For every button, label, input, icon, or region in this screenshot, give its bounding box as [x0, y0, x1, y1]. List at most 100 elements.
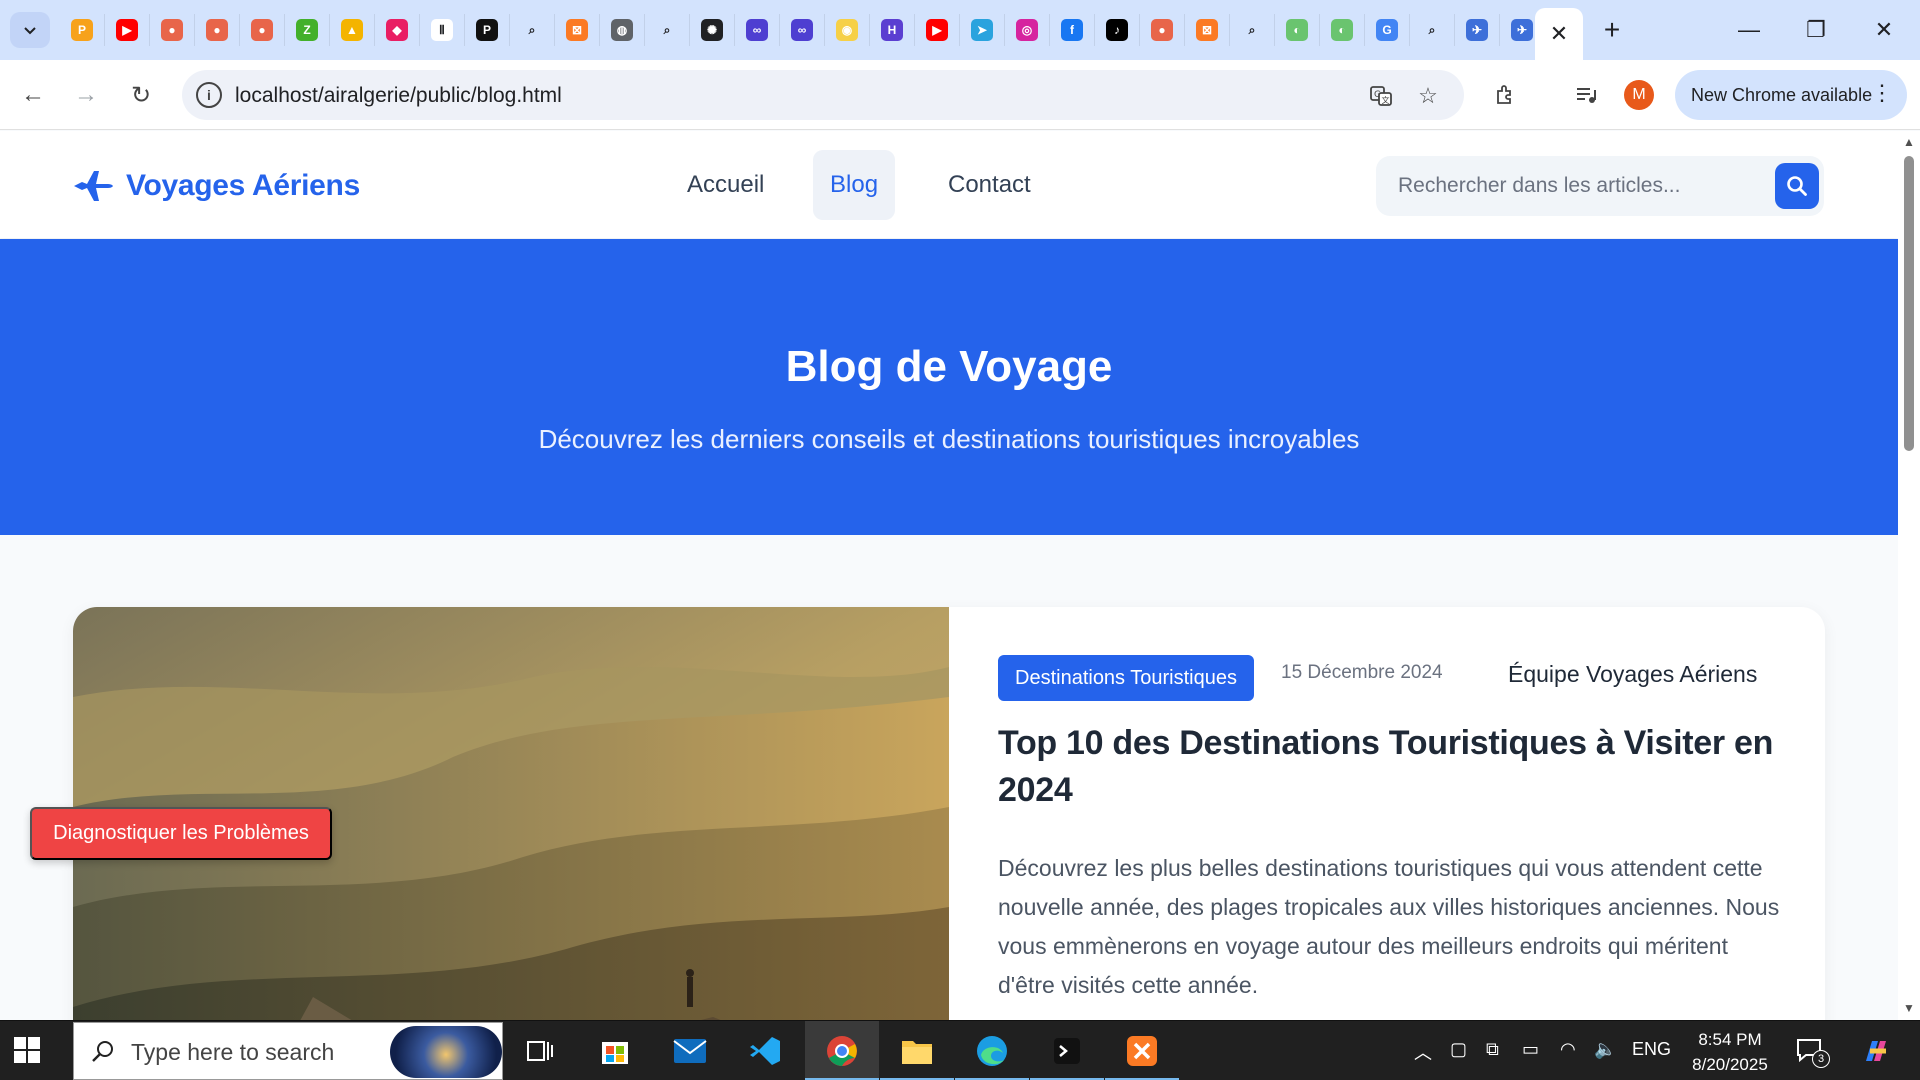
meta-icon: ∞: [746, 19, 768, 41]
chevron-down-icon: [24, 27, 36, 35]
new-chrome-available-button[interactable]: New Chrome available ⋮: [1675, 70, 1907, 120]
pinned-tab[interactable]: G: [1365, 14, 1410, 46]
pinned-tab[interactable]: ●: [240, 14, 285, 46]
edge-app[interactable]: [955, 1021, 1029, 1080]
pinned-tab[interactable]: ▶: [105, 14, 150, 46]
page-scrollbar[interactable]: ▲ ▼: [1898, 131, 1920, 1020]
media-controls-icon[interactable]: [1569, 78, 1603, 112]
windows-start-button[interactable]: [14, 1037, 40, 1068]
diagnose-problems-button[interactable]: Diagnostiquer les Problèmes: [30, 807, 332, 860]
restore-button[interactable]: ❐: [1796, 10, 1836, 50]
pinned-tab[interactable]: Ⅱ: [420, 14, 465, 46]
new-tab-button[interactable]: +: [1596, 14, 1628, 46]
battery-icon[interactable]: ▭: [1522, 1039, 1539, 1060]
category-badge[interactable]: Destinations Touristiques: [998, 655, 1254, 701]
pinned-tab[interactable]: ◆: [375, 14, 420, 46]
meta-icon: ∞: [791, 19, 813, 41]
pinned-tab[interactable]: ⌕: [1230, 14, 1275, 46]
pinned-tab[interactable]: ▶: [915, 14, 960, 46]
translate-icon[interactable]: G文: [1367, 82, 1395, 110]
search-button[interactable]: [1775, 163, 1819, 209]
nav-link-accueil[interactable]: Accueil: [670, 150, 781, 220]
volume-icon[interactable]: 🔈: [1594, 1039, 1616, 1060]
scroll-up-arrow-icon[interactable]: ▲: [1903, 135, 1915, 149]
profile-avatar[interactable]: M: [1624, 80, 1654, 110]
pinned-tab[interactable]: ◉: [825, 14, 870, 46]
scroll-down-arrow-icon[interactable]: ▼: [1903, 1001, 1915, 1015]
pinned-tab[interactable]: ∞: [780, 14, 825, 46]
active-tab-close-button[interactable]: ✕: [1535, 8, 1583, 60]
pause-icon: Ⅱ: [431, 19, 453, 41]
back-button[interactable]: ←: [15, 77, 51, 113]
featured-article-card[interactable]: Destinations Touristiques 15 Décembre 20…: [73, 607, 1825, 1020]
search-tab-icon: ⌕: [521, 19, 543, 41]
system-clock[interactable]: 8:54 PM 8/20/2025: [1680, 1027, 1780, 1077]
microsoft-store-app[interactable]: [578, 1021, 652, 1080]
close-window-button[interactable]: ✕: [1864, 10, 1904, 50]
url-text[interactable]: localhost/airalgerie/public/blog.html: [235, 84, 562, 108]
vscode-app[interactable]: [728, 1021, 802, 1080]
pinned-tab[interactable]: ◍: [600, 14, 645, 46]
brand-logo-link[interactable]: Voyages Aériens: [72, 167, 360, 205]
extensions-icon[interactable]: [1489, 78, 1523, 112]
pinned-tab[interactable]: P: [60, 14, 105, 46]
terminal-app[interactable]: [1030, 1021, 1104, 1080]
pinned-tab[interactable]: ⊠: [1185, 14, 1230, 46]
site-info-icon[interactable]: i: [196, 82, 222, 108]
xampp-icon: ⊠: [566, 19, 588, 41]
pinned-tab[interactable]: ▲: [330, 14, 375, 46]
pinned-tab[interactable]: ◐: [1275, 14, 1320, 46]
mail-app[interactable]: [653, 1021, 727, 1080]
pink-drop-icon: ◆: [386, 19, 408, 41]
pinned-tab[interactable]: ⌕: [645, 14, 690, 46]
pinned-tab[interactable]: ●: [1140, 14, 1185, 46]
pinned-tab[interactable]: ∞: [735, 14, 780, 46]
pinned-tab[interactable]: Z: [285, 14, 330, 46]
task-view-button[interactable]: [503, 1021, 577, 1080]
pinned-tab[interactable]: ●: [150, 14, 195, 46]
claude-icon: ●: [161, 19, 183, 41]
search-tab-icon: ⌕: [656, 19, 678, 41]
forward-button[interactable]: →: [68, 77, 104, 113]
nav-link-blog[interactable]: Blog: [813, 150, 896, 220]
notification-center-button[interactable]: 3: [1796, 1038, 1830, 1068]
pinned-tab[interactable]: ✈: [1455, 14, 1500, 46]
pinned-tabs: P ▶ ● ● ● Z ▲ ◆ Ⅱ P ⌕ ⊠ ◍ ⌕ ✺ ∞ ∞ ◉ H ▶ ➤ ◎ f ♪ ● ⊠ ⌕ ◐ ◐ G ⌕ ✈ ✈: [60, 14, 1545, 46]
pinned-tab[interactable]: H: [870, 14, 915, 46]
pinned-tab[interactable]: ◎: [1005, 14, 1050, 46]
pinned-tab[interactable]: ⌕: [1410, 14, 1455, 46]
tab-search-button[interactable]: [10, 12, 50, 48]
search-highlight-image[interactable]: [390, 1026, 502, 1078]
pinned-tab[interactable]: ✺: [690, 14, 735, 46]
globe-icon: ◍: [611, 19, 633, 41]
minimize-button[interactable]: —: [1729, 10, 1769, 50]
xampp-app[interactable]: [1105, 1021, 1179, 1080]
file-explorer-app[interactable]: [880, 1021, 954, 1080]
pinned-tab[interactable]: ♪: [1095, 14, 1140, 46]
taskbar-search-box[interactable]: Type here to search: [73, 1022, 503, 1080]
reload-button[interactable]: ↻: [123, 77, 159, 113]
pinned-tab[interactable]: ⌕: [510, 14, 555, 46]
wifi-icon[interactable]: ◠: [1560, 1039, 1576, 1060]
input-language[interactable]: ENG: [1632, 1039, 1671, 1060]
xampp-icon: ⊠: [1196, 19, 1218, 41]
pinned-tab[interactable]: ➤: [960, 14, 1005, 46]
hidden-icons-chevron-icon[interactable]: ︿: [1414, 1039, 1432, 1065]
nav-link-contact[interactable]: Contact: [931, 150, 1048, 220]
pinned-tab[interactable]: P: [465, 14, 510, 46]
scrollbar-thumb[interactable]: [1904, 156, 1914, 451]
bookmark-star-icon[interactable]: ☆: [1414, 82, 1442, 110]
display-icon[interactable]: ⧉: [1486, 1039, 1499, 1060]
kebab-menu-icon[interactable]: ⋮: [1871, 82, 1893, 104]
chrome-app[interactable]: [805, 1021, 879, 1080]
pinned-tab[interactable]: ◐: [1320, 14, 1365, 46]
copilot-app[interactable]: [1846, 1021, 1906, 1080]
pinned-tab[interactable]: ⊠: [555, 14, 600, 46]
pinned-tab[interactable]: f: [1050, 14, 1095, 46]
search-input[interactable]: [1376, 156, 1766, 216]
search-tab-icon: ⌕: [1421, 19, 1443, 41]
address-bar[interactable]: i localhost/airalgerie/public/blog.html …: [182, 70, 1464, 120]
pinned-tab[interactable]: ●: [195, 14, 240, 46]
meet-now-icon[interactable]: ▢: [1450, 1039, 1467, 1060]
article-title[interactable]: Top 10 des Destinations Touristiques à V…: [998, 720, 1788, 814]
